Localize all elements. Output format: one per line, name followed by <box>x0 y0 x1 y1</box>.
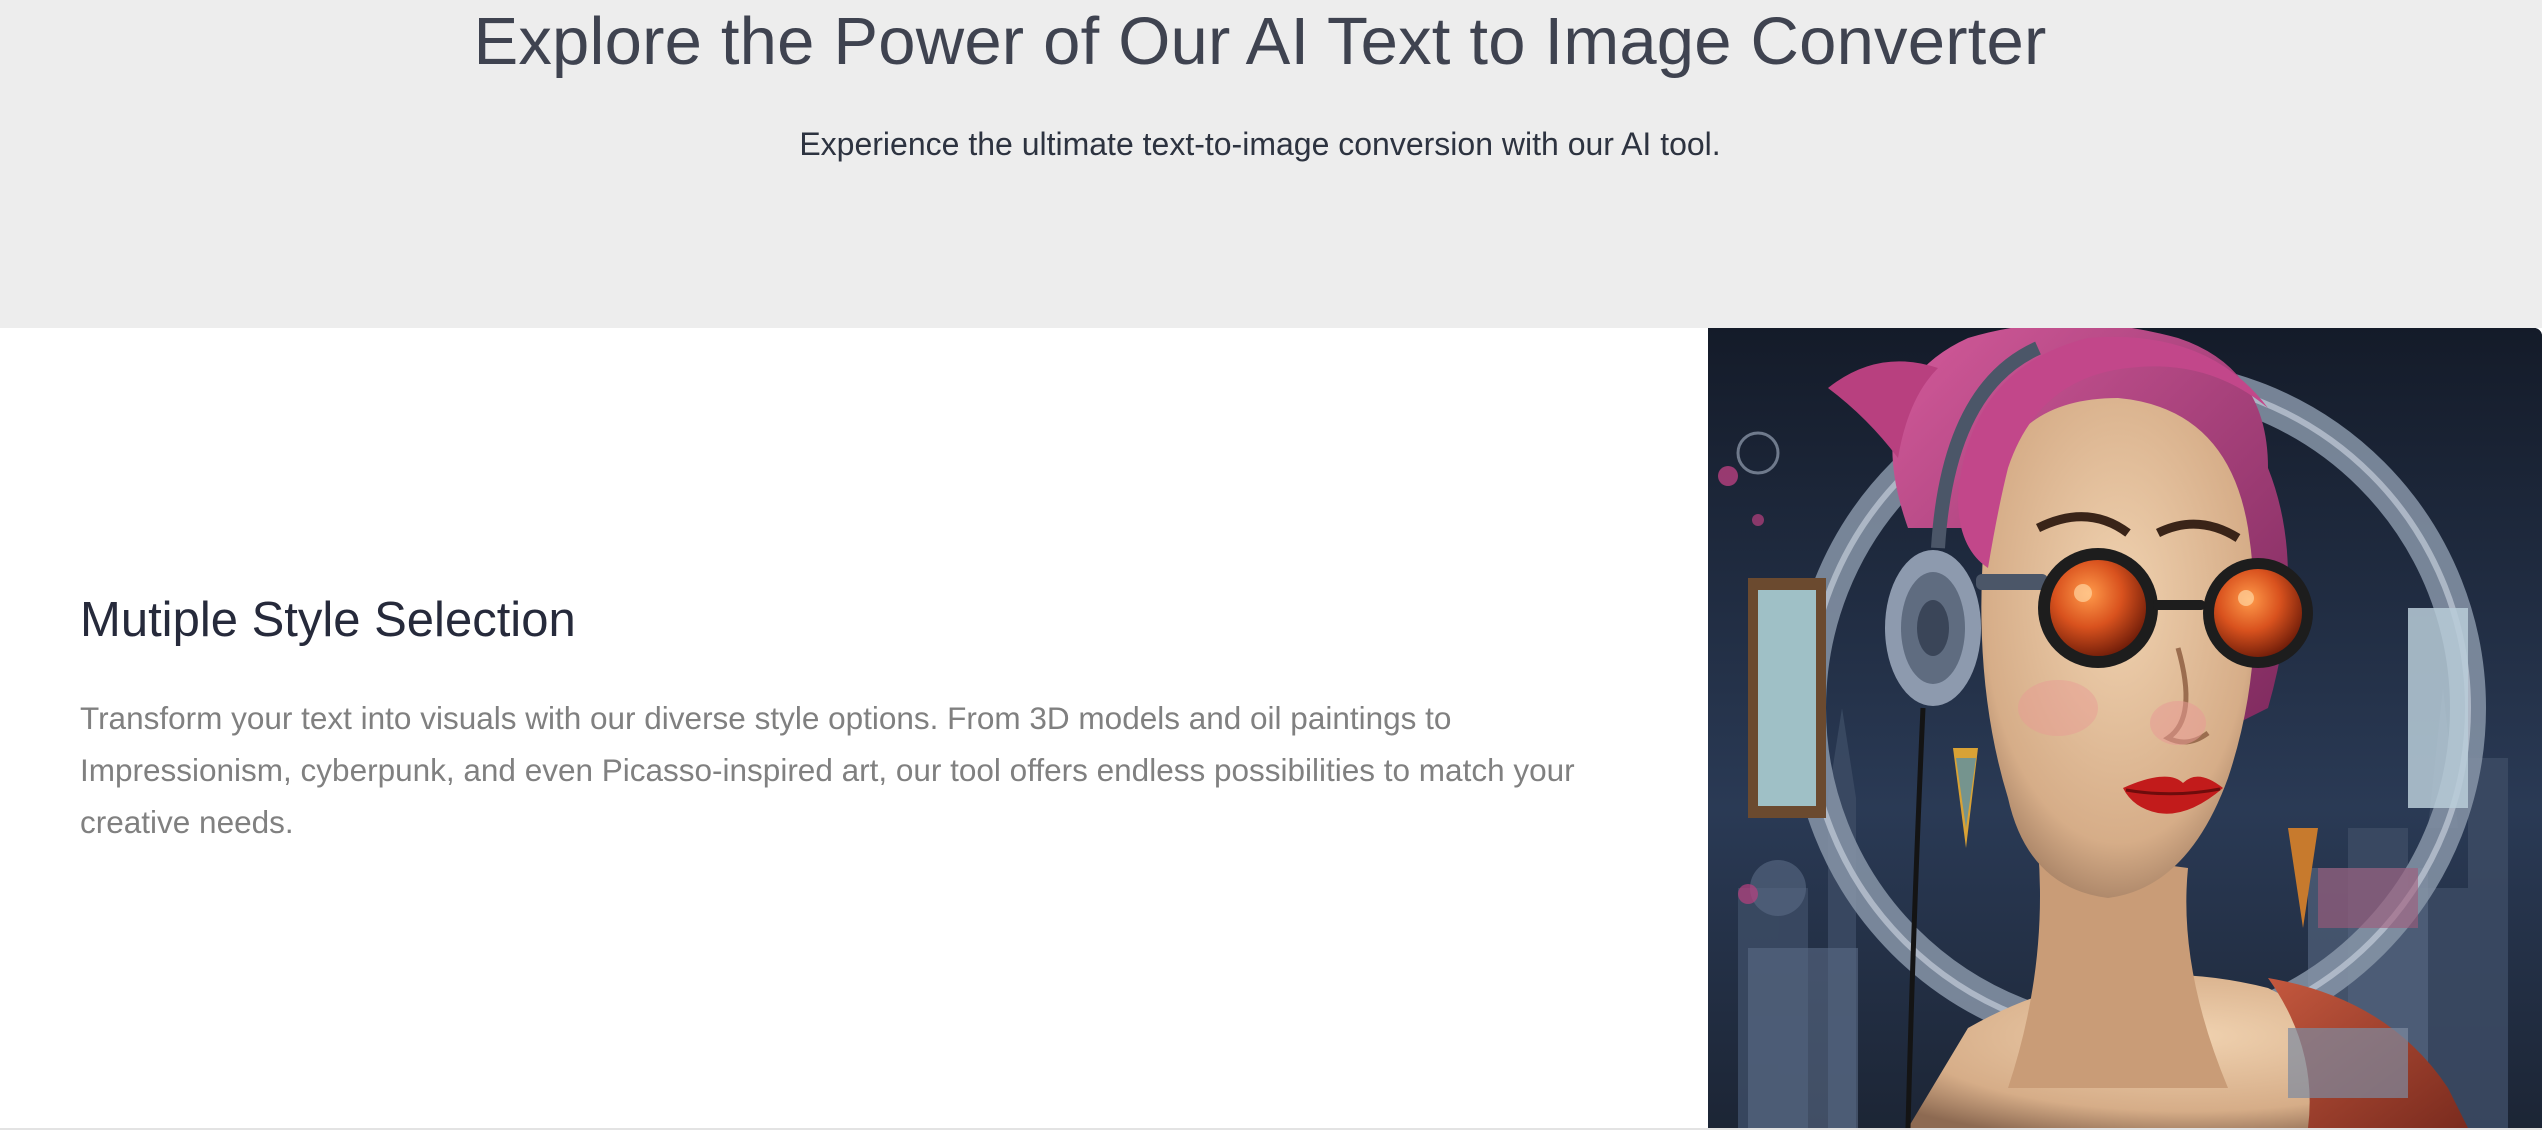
hero-subtitle: Experience the ultimate text-to-image co… <box>799 126 1721 162</box>
feature-title: Mutiple Style Selection <box>80 593 576 647</box>
feature-section: Mutiple Style Selection Transform your t… <box>0 328 2542 1130</box>
feature-description: Transform your text into visuals with ou… <box>80 700 1575 840</box>
cyberpunk-portrait-illustration <box>1708 328 2542 1128</box>
hero-section: Explore the Power of Our AI Text to Imag… <box>0 0 2542 328</box>
hero-title: Explore the Power of Our AI Text to Imag… <box>473 4 2047 79</box>
feature-artwork-image <box>1708 328 2542 1128</box>
